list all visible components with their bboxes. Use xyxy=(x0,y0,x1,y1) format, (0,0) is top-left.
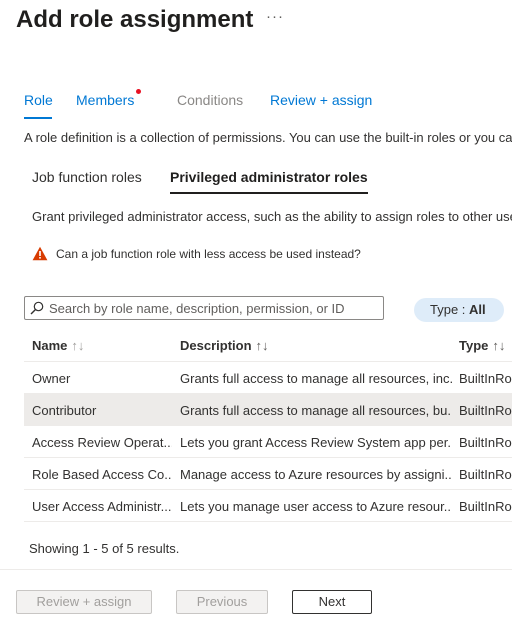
cell-type: BuiltInRole xyxy=(459,435,512,450)
cell-type: BuiltInRole xyxy=(459,467,512,482)
column-header-type[interactable]: Type ↑↓ xyxy=(459,338,505,353)
cell-name: Owner xyxy=(32,371,71,386)
cell-name: User Access Administr... xyxy=(32,499,172,514)
column-header-description-label: Description xyxy=(180,338,252,353)
cell-description: Grants full access to manage all resourc… xyxy=(180,403,452,418)
table-row[interactable]: Access Review Operat... Lets you grant A… xyxy=(24,426,512,458)
warning-icon xyxy=(32,246,48,261)
subtab-privileged-label: Privileged administrator roles xyxy=(170,169,368,185)
table-row[interactable]: User Access Administr... Lets you manage… xyxy=(24,490,512,522)
next-button[interactable]: Next xyxy=(292,590,372,614)
tab-role-underline xyxy=(24,117,52,119)
table-row[interactable]: Contributor Grants full access to manage… xyxy=(24,394,512,426)
subtab-job-function-roles[interactable]: Job function roles xyxy=(32,169,142,185)
table-row[interactable]: Owner Grants full access to manage all r… xyxy=(24,362,512,394)
cell-description: Manage access to Azure resources by assi… xyxy=(180,467,452,482)
privileged-description: Grant privileged administrator access, s… xyxy=(32,209,512,224)
tab-role[interactable]: Role xyxy=(24,92,53,119)
roles-table: Name ↑↓ Description ↑↓ Type ↑↓ Owner Grants… xyxy=(24,330,512,522)
cell-type: BuiltInRole xyxy=(459,371,512,386)
column-header-name[interactable]: Name ↑↓ xyxy=(32,338,84,353)
role-definition-description: A role definition is a collection of per… xyxy=(24,130,512,145)
table-header: Name ↑↓ Description ↑↓ Type ↑↓ xyxy=(24,330,512,362)
cell-type: BuiltInRole xyxy=(459,403,512,418)
cell-description: Lets you grant Access Review System app … xyxy=(180,435,452,450)
notification-dot-icon xyxy=(136,89,142,94)
search-icon xyxy=(30,301,44,315)
cell-description: Grants full access to manage all resourc… xyxy=(180,371,452,386)
cell-description: Lets you manage user access to Azure res… xyxy=(180,499,452,514)
subtab-underline xyxy=(170,192,368,194)
column-header-name-label: Name xyxy=(32,338,68,353)
sort-icon: ↑↓ xyxy=(255,338,269,353)
cell-name: Role Based Access Co... xyxy=(32,467,172,482)
cell-name: Access Review Operat... xyxy=(32,435,172,450)
type-filter-value: All xyxy=(469,302,486,317)
search-box xyxy=(24,296,384,320)
tab-review-assign[interactable]: Review + assign xyxy=(270,92,372,108)
footer-divider xyxy=(0,569,512,570)
previous-button[interactable]: Previous xyxy=(176,590,268,614)
sort-icon: ↑↓ xyxy=(492,338,506,353)
type-filter-pill[interactable]: Type : All xyxy=(414,298,504,322)
cell-type: BuiltInRole xyxy=(459,499,512,514)
table-row[interactable]: Role Based Access Co... Manage access to… xyxy=(24,458,512,490)
tab-members-label: Members xyxy=(76,92,135,108)
type-filter-label: Type : xyxy=(430,302,470,317)
column-header-description[interactable]: Description ↑↓ xyxy=(180,338,269,353)
page-title: Add role assignment xyxy=(16,6,254,33)
sort-icon: ↑↓ xyxy=(71,338,85,353)
cell-name: Contributor xyxy=(32,403,97,418)
results-count: Showing 1 - 5 of 5 results. xyxy=(29,541,180,556)
tab-conditions[interactable]: Conditions xyxy=(177,92,243,108)
search-input[interactable] xyxy=(49,299,379,317)
subtab-privileged-administrator-roles[interactable]: Privileged administrator roles xyxy=(170,169,368,194)
warning-text: Can a job function role with less access… xyxy=(56,247,361,261)
review-assign-button[interactable]: Review + assign xyxy=(16,590,152,614)
tab-members[interactable]: Members xyxy=(76,89,142,108)
tab-role-label: Role xyxy=(24,92,53,108)
more-options-icon[interactable]: ··· xyxy=(266,8,284,25)
column-header-type-label: Type xyxy=(459,338,489,353)
